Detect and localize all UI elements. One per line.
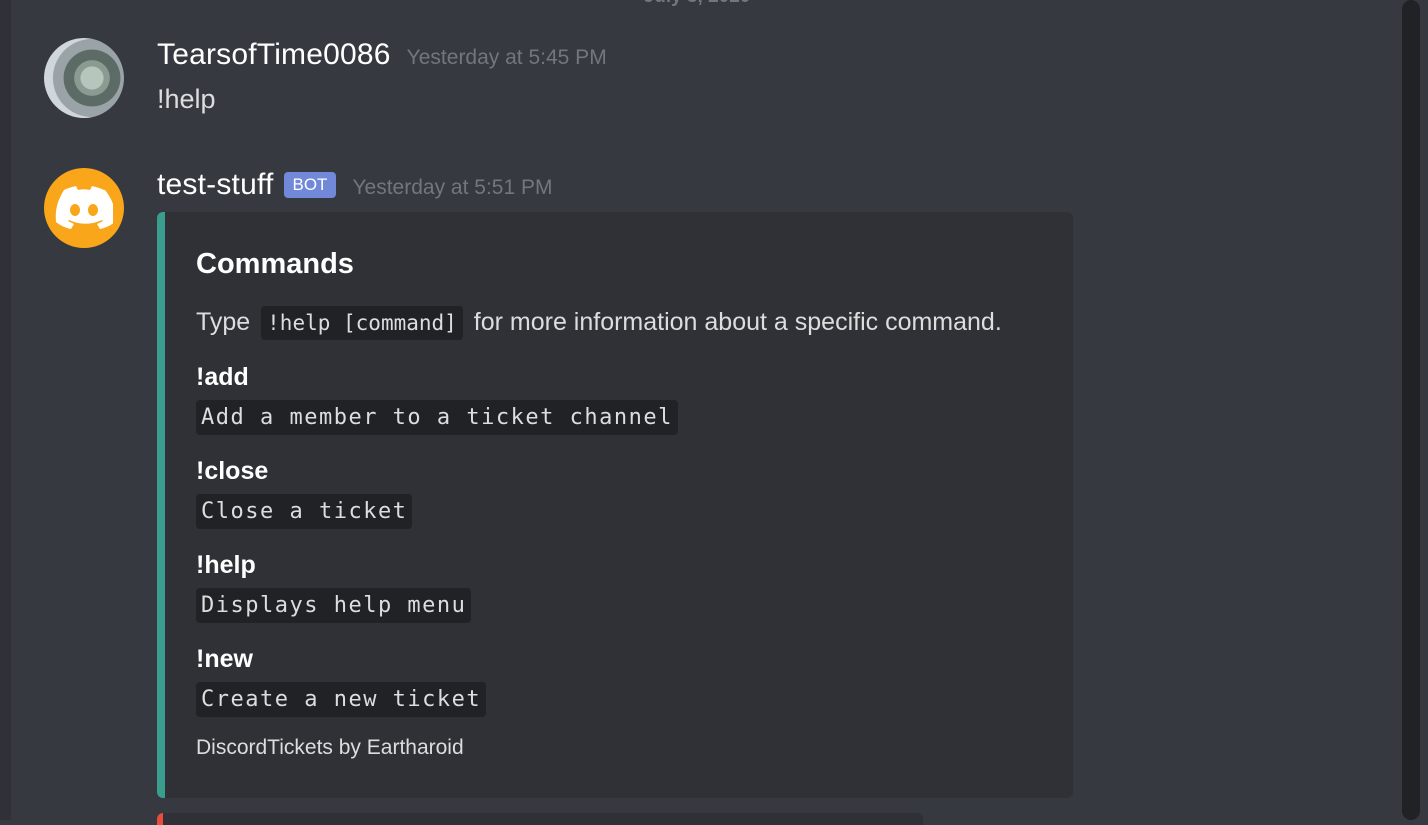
discord-logo-icon — [55, 186, 113, 229]
message-header: TearsofTime0086 Yesterday at 5:45 PM — [157, 38, 607, 72]
embed-description: Type !help [command] for more informatio… — [196, 306, 1002, 340]
scrollbar-track[interactable] — [1394, 0, 1428, 820]
channel-sidebar-edge — [0, 0, 11, 820]
field-value: Create a new ticket — [196, 682, 487, 717]
timestamp[interactable]: Yesterday at 5:51 PM — [352, 176, 552, 200]
embed-field: !new Create a new ticket — [196, 644, 487, 717]
field-name: !help — [196, 551, 256, 579]
bot-badge: BOT — [283, 172, 337, 198]
embed-field: !close Close a ticket — [196, 456, 413, 529]
field-name: !new — [196, 645, 253, 673]
avatar[interactable] — [44, 168, 124, 248]
field-value: Close a ticket — [196, 494, 413, 529]
embed: Commands Type !help [command] for more i… — [157, 212, 1073, 798]
date-divider: July 3, 2020 — [0, 0, 1394, 8]
embed-title: Commands — [196, 248, 354, 280]
avatar[interactable] — [44, 38, 124, 118]
inline-code: !help [command] — [261, 306, 463, 340]
scrollbar-thumb[interactable] — [1402, 0, 1420, 820]
username[interactable]: TearsofTime0086 — [157, 38, 391, 72]
embed-description-prefix: Type — [196, 308, 251, 336]
message-header: test-stuff BOT Yesterday at 5:51 PM — [157, 168, 552, 202]
embed-description-suffix: for more information about a specific co… — [473, 308, 1002, 336]
message-content: !help — [157, 84, 216, 114]
embed-footer: DiscordTickets by Eartharoid — [196, 736, 464, 759]
username[interactable]: test-stuff — [157, 168, 274, 202]
embed-field: !help Displays help menu — [196, 550, 472, 623]
field-value: Displays help menu — [196, 588, 472, 623]
field-name: !close — [196, 457, 269, 485]
embed-field: !add Add a member to a ticket channel — [196, 362, 678, 435]
timestamp[interactable]: Yesterday at 5:45 PM — [407, 46, 607, 70]
field-value: Add a member to a ticket channel — [196, 400, 678, 435]
next-embed — [157, 813, 923, 825]
field-name: !add — [196, 363, 249, 391]
